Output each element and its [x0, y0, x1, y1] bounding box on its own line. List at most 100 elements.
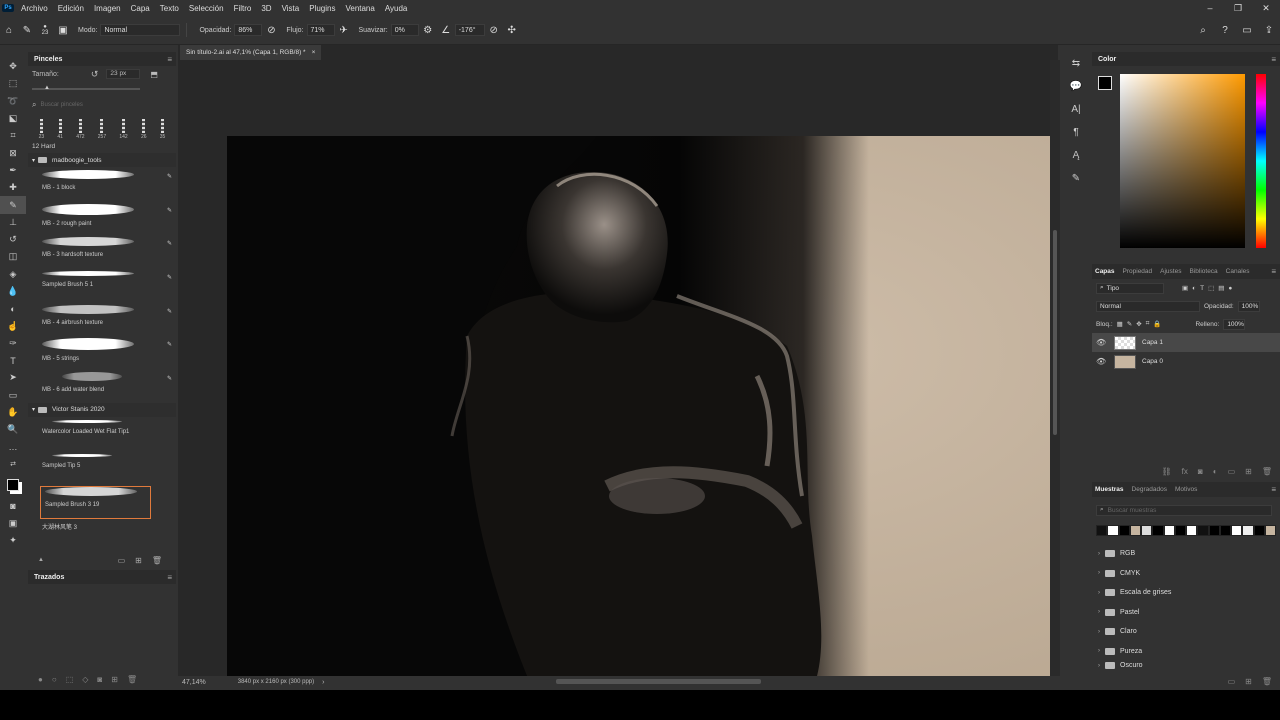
- move-tool-icon[interactable]: ✥: [0, 58, 26, 75]
- eraser-tool-icon[interactable]: ◫: [0, 248, 26, 265]
- quick-mask-icon[interactable]: ◙: [0, 497, 26, 514]
- filter-smart-icon[interactable]: ▤: [1218, 284, 1224, 292]
- filter-adjust-icon[interactable]: ◐: [1192, 285, 1196, 292]
- hand-tool-icon[interactable]: ✋: [0, 404, 26, 421]
- recent-brush-3[interactable]: 472: [76, 119, 85, 140]
- brush-item[interactable]: MB - 5 strings ✎: [28, 338, 176, 369]
- panel-menu-icon[interactable]: ≡: [167, 573, 172, 582]
- lock-artboard-icon[interactable]: ⌗: [1146, 320, 1150, 328]
- crop-tool-icon[interactable]: ⌗: [0, 127, 26, 144]
- layer-opacity-field[interactable]: 100%: [1237, 300, 1260, 312]
- new-path-icon[interactable]: ⊞: [111, 675, 118, 684]
- brush-panel-toggle-icon[interactable]: ▣: [54, 21, 72, 39]
- frame-tool-icon[interactable]: ⊠: [0, 144, 26, 161]
- brush-group-victor[interactable]: ▾ Victor Stanis 2020: [28, 402, 176, 417]
- brush-settings-icon[interactable]: ✎: [1064, 167, 1088, 190]
- menu-imagen[interactable]: Imagen: [89, 4, 126, 13]
- brush-group-madboogie[interactable]: ▾ madboogie_tools: [28, 153, 176, 167]
- slider-handle-icon[interactable]: ▲: [44, 85, 50, 91]
- trash-icon[interactable]: 🗑: [1262, 677, 1272, 686]
- swatch-folder-oscuro[interactable]: › Oscuro: [1092, 661, 1280, 670]
- panel-menu-icon[interactable]: ≡: [167, 55, 172, 64]
- link-layers-icon[interactable]: ⛓: [1162, 467, 1172, 476]
- tab-propiedades[interactable]: Propiedad: [1123, 268, 1153, 275]
- load-selection-icon[interactable]: ⬚: [66, 675, 74, 684]
- smooth-field[interactable]: 0%: [390, 24, 419, 36]
- menu-ventana[interactable]: Ventana: [340, 4, 379, 13]
- document-dimensions[interactable]: 3840 px x 2160 px (300 ppp): [238, 679, 314, 685]
- smudge-tool-icon[interactable]: ☝: [0, 317, 26, 334]
- recent-brush-7[interactable]: 35: [160, 119, 165, 140]
- rectangle-tool-icon[interactable]: ▭: [0, 387, 26, 404]
- search-icon[interactable]: ⌕: [1192, 25, 1214, 36]
- new-group-icon[interactable]: ▭: [1228, 467, 1236, 476]
- stamp-tool-icon[interactable]: ⊥: [0, 214, 26, 231]
- tab-ajustes[interactable]: Ajustes: [1160, 268, 1181, 275]
- hue-slider[interactable]: [1256, 74, 1266, 248]
- recent-brush-5[interactable]: 142: [119, 119, 128, 140]
- filter-shape-icon[interactable]: ⬚: [1208, 284, 1214, 292]
- brush-item[interactable]: Watercolor Loaded Wet Flat Tip1: [28, 419, 176, 451]
- menu-archivo[interactable]: Archivo: [16, 4, 53, 13]
- brush-item-selected[interactable]: Sampled Brush 3 19: [40, 486, 151, 519]
- brush-search[interactable]: ⌕ Buscar pinceles: [32, 100, 172, 110]
- stroke-path-icon[interactable]: ○: [52, 675, 57, 684]
- tab-degradados[interactable]: Degradados: [1132, 486, 1167, 493]
- brush-tool-icon[interactable]: ✎: [18, 21, 36, 39]
- menu-vista[interactable]: Vista: [277, 4, 305, 13]
- menu-seleccion[interactable]: Selección: [184, 4, 229, 13]
- tab-motivos[interactable]: Motivos: [1175, 486, 1197, 493]
- menu-capa[interactable]: Capa: [126, 4, 155, 13]
- artwork-canvas[interactable]: [227, 136, 1050, 676]
- brush-item[interactable]: Sampled Tip 5: [28, 453, 176, 485]
- new-layer-icon[interactable]: ⊞: [1245, 467, 1252, 476]
- color-field[interactable]: [1120, 74, 1245, 248]
- extra-icon[interactable]: ✦: [0, 532, 26, 549]
- size-input[interactable]: 23 px: [106, 69, 141, 79]
- object-select-tool-icon[interactable]: ⬕: [0, 110, 26, 127]
- panel-menu-icon[interactable]: ≡: [1271, 55, 1276, 64]
- paths-title[interactable]: Trazados: [34, 574, 64, 581]
- zoom-tool-icon[interactable]: 🔍: [0, 421, 26, 438]
- recent-brush-1[interactable]: 23: [39, 119, 44, 140]
- brush-size-picker[interactable]: ● 23: [36, 21, 54, 39]
- lock-transparency-icon[interactable]: ▦: [1117, 320, 1123, 328]
- trash-icon[interactable]: 🗑: [127, 675, 137, 684]
- pressure-size-icon[interactable]: ⊘: [485, 21, 503, 39]
- new-swatch-icon[interactable]: ⊞: [1245, 677, 1252, 686]
- menu-plugins[interactable]: Plugins: [304, 4, 340, 13]
- pressure-opacity-icon[interactable]: ⊘: [262, 21, 280, 39]
- tab-muestras[interactable]: Muestras: [1095, 486, 1124, 493]
- new-brush-icon[interactable]: ⬒: [150, 70, 158, 79]
- menu-texto[interactable]: Texto: [155, 4, 184, 13]
- character-icon[interactable]: A|: [1064, 98, 1088, 121]
- airbrush-icon[interactable]: ✈: [335, 21, 353, 39]
- more-tools-icon[interactable]: …: [0, 439, 26, 456]
- recent-brush-2[interactable]: 41: [57, 119, 63, 140]
- paragraph-icon[interactable]: ¶: [1064, 121, 1088, 144]
- scroll-thumb[interactable]: [1053, 230, 1057, 435]
- blur-tool-icon[interactable]: 💧: [0, 283, 26, 300]
- share-icon[interactable]: ⇪: [1258, 25, 1280, 36]
- layer-fill-field[interactable]: 100%: [1223, 318, 1246, 330]
- brush-item[interactable]: MB - 2 rough paint ✎: [28, 203, 176, 235]
- brush-item[interactable]: MB - 4 airbrush texture ✎: [28, 304, 176, 336]
- foreground-swatch[interactable]: [1098, 76, 1112, 90]
- menu-filtro[interactable]: Filtro: [229, 4, 257, 13]
- swatch-search-input[interactable]: ⌕ Buscar muestras: [1096, 504, 1272, 516]
- add-mask-icon[interactable]: ◙: [97, 675, 102, 684]
- make-path-icon[interactable]: ◇: [82, 675, 88, 684]
- layer-name[interactable]: Capa 0: [1142, 358, 1163, 365]
- new-group-icon[interactable]: ▭: [1228, 677, 1236, 686]
- brush-item[interactable]: 大湖林风笔 3: [28, 522, 176, 544]
- pen-tool-icon[interactable]: ✑: [0, 335, 26, 352]
- mode-select[interactable]: Normal: [100, 24, 181, 36]
- flow-field[interactable]: 71%: [306, 24, 335, 36]
- canvas-area[interactable]: [178, 60, 1050, 676]
- close-tab-icon[interactable]: ×: [312, 49, 316, 56]
- paint-bucket-icon[interactable]: ◈: [0, 266, 26, 283]
- thumb-size-slider-icon[interactable]: ▲: [38, 557, 44, 563]
- tab-bibliotecas[interactable]: Biblioteca: [1189, 268, 1217, 275]
- maximize-icon[interactable]: ❐: [1224, 0, 1252, 16]
- filter-pixel-icon[interactable]: ▣: [1182, 284, 1188, 292]
